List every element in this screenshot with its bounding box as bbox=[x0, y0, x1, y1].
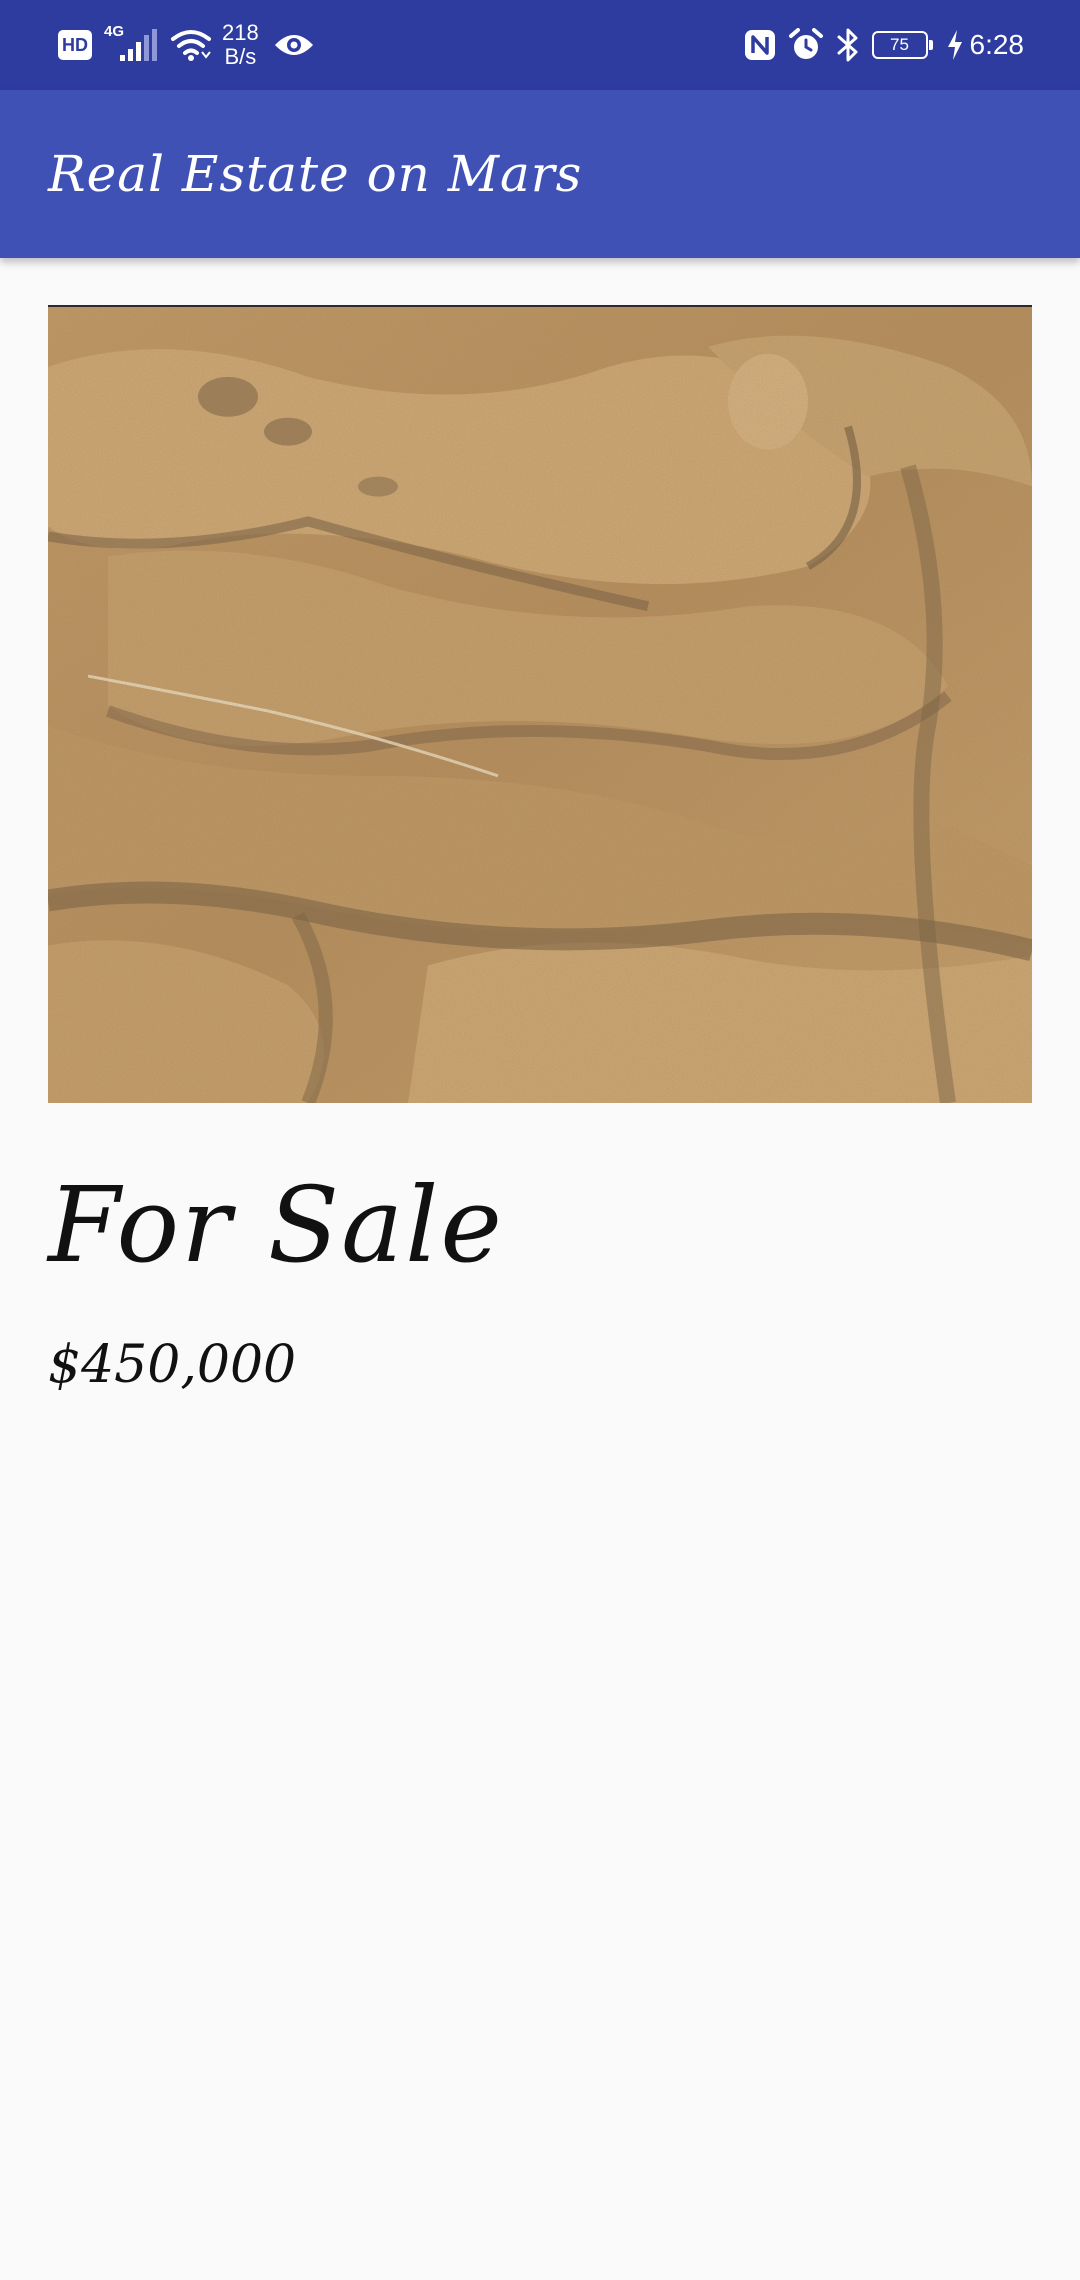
status-bar-right: 75 6:28 bbox=[732, 0, 1025, 90]
listing-status: For Sale bbox=[48, 1164, 504, 1286]
alarm-icon bbox=[788, 28, 823, 59]
network-speed: 218 B/s bbox=[222, 21, 259, 69]
wifi-icon bbox=[171, 30, 211, 61]
battery-icon: 75 bbox=[871, 31, 933, 59]
signal-icon: 4G bbox=[104, 23, 158, 67]
app-bar: Real Estate on Mars bbox=[0, 90, 1080, 258]
app-title: Real Estate on Mars bbox=[48, 145, 583, 203]
mars-terrain-photo[interactable] bbox=[48, 305, 1032, 1103]
clock: 6:28 bbox=[969, 29, 1025, 60]
eye-icon bbox=[274, 35, 313, 55]
listing-content: For Sale $450,000 bbox=[48, 305, 1032, 1391]
network-speed-value: 218 bbox=[222, 20, 259, 45]
nfc-icon bbox=[744, 30, 775, 60]
status-bar: HD 4G 218 B/s 75 6:28 bbox=[0, 0, 1080, 90]
network-speed-unit: B/s bbox=[224, 44, 257, 69]
listing-price: $450,000 bbox=[48, 1335, 297, 1395]
charging-icon bbox=[947, 30, 962, 60]
bluetooth-icon bbox=[837, 28, 857, 62]
hd-icon: HD bbox=[58, 30, 92, 60]
status-bar-left: HD 4G 218 B/s bbox=[58, 0, 315, 90]
battery-level: 75 bbox=[890, 35, 909, 54]
